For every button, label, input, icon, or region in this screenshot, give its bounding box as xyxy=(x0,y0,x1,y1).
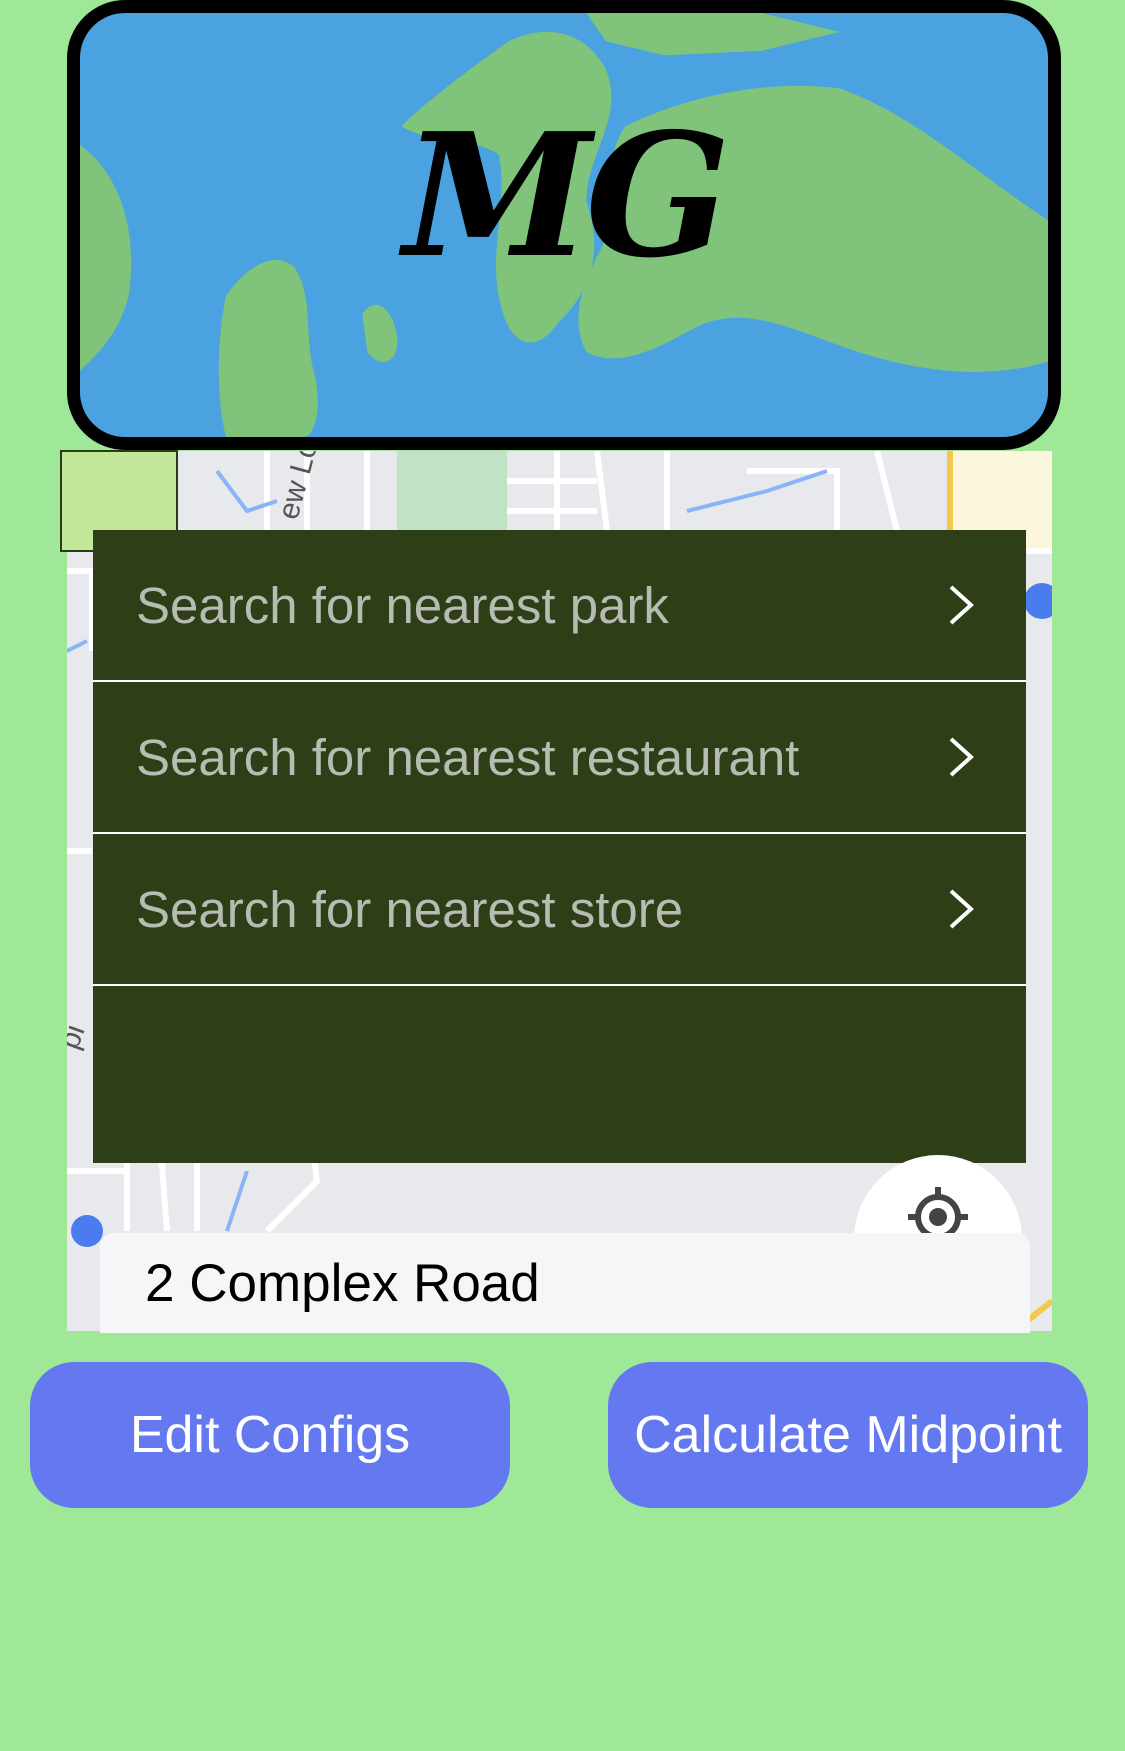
chevron-right-icon xyxy=(949,889,974,929)
edit-configs-button[interactable]: Edit Configs xyxy=(30,1362,510,1508)
empty-list-row xyxy=(93,986,1026,1163)
search-restaurant-label: Search for nearest restaurant xyxy=(136,728,800,786)
chevron-right-icon xyxy=(949,585,974,625)
search-results-list: Search for nearest park Search for neare… xyxy=(93,530,1026,1163)
app-logo: MG xyxy=(67,0,1061,450)
search-store-row[interactable]: Search for nearest store xyxy=(93,834,1026,986)
address-input[interactable]: 2 Complex Road xyxy=(100,1233,1030,1333)
calculate-midpoint-button[interactable]: Calculate Midpoint xyxy=(608,1362,1088,1508)
search-store-label: Search for nearest store xyxy=(136,880,684,938)
search-park-label: Search for nearest park xyxy=(136,576,669,634)
search-restaurant-row[interactable]: Search for nearest restaurant xyxy=(93,682,1026,834)
search-park-row[interactable]: Search for nearest park xyxy=(93,530,1026,682)
chevron-right-icon xyxy=(949,737,974,777)
logo-text: MG xyxy=(403,96,730,296)
map-street-label: ew Lo xyxy=(272,451,325,523)
map-side-label: pi xyxy=(67,1020,92,1053)
